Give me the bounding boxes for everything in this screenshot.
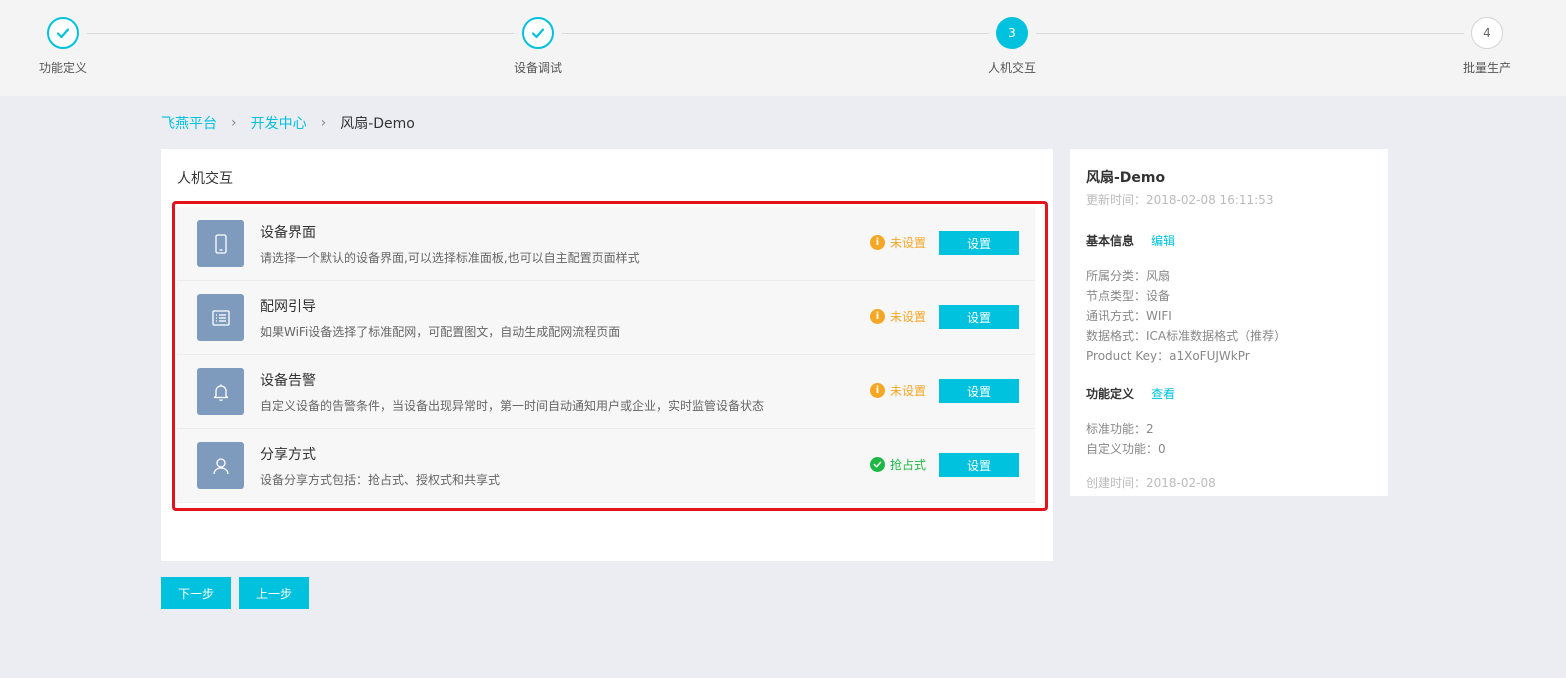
chevron-right-icon: › bbox=[320, 115, 327, 131]
settings-list: 设备界面 请选择一个默认的设备界面,可以选择标准面板,也可以自主配置页面样式 i… bbox=[177, 207, 1035, 503]
info-line: 节点类型：设备 bbox=[1086, 289, 1171, 303]
phone-icon bbox=[197, 220, 244, 267]
step-3[interactable]: 3 人机交互 bbox=[962, 17, 1062, 76]
breadcrumb: 飞燕平台 › 开发中心 › 风扇-Demo bbox=[161, 113, 415, 133]
step-label: 设备调试 bbox=[513, 61, 562, 75]
next-step-button[interactable]: 下一步 bbox=[161, 577, 231, 609]
setup-button[interactable]: 设置 bbox=[939, 453, 1019, 477]
edit-link[interactable]: 编辑 bbox=[1151, 234, 1175, 248]
list-item-network-guide: 配网引导 如果WiFi设备选择了标准配网，可配置图文，自动生成配网流程页面 i … bbox=[177, 281, 1035, 355]
list-icon bbox=[197, 294, 244, 341]
step-2[interactable]: 设备调试 bbox=[488, 17, 588, 76]
setup-button[interactable]: 设置 bbox=[939, 305, 1019, 329]
section-title: 基本信息 bbox=[1086, 234, 1135, 248]
status-text: 未设置 bbox=[889, 384, 926, 398]
list-item-share-mode: 分享方式 设备分享方式包括：抢占式、授权式和共享式 抢占式 设置 bbox=[177, 429, 1035, 503]
info-line: 标准功能：2 bbox=[1086, 422, 1154, 436]
list-item-device-alarm: 设备告警 自定义设备的告警条件，当设备出现异常时，第一时间自动通知用户或企业，实… bbox=[177, 355, 1035, 429]
status-badge: i 未设置 bbox=[869, 234, 926, 251]
step-number: 3 bbox=[996, 17, 1028, 49]
list-item-device-ui: 设备界面 请选择一个默认的设备界面,可以选择标准面板,也可以自主配置页面样式 i… bbox=[177, 207, 1035, 281]
item-desc: 请选择一个默认的设备界面,可以选择标准面板,也可以自主配置页面样式 bbox=[260, 251, 640, 265]
user-icon bbox=[197, 442, 244, 489]
item-desc: 设备分享方式包括：抢占式、授权式和共享式 bbox=[260, 473, 501, 487]
basic-info-list: 所属分类：风扇 节点类型：设备 通讯方式：WIFI 数据格式：ICA标准数据格式… bbox=[1086, 266, 1372, 366]
view-link[interactable]: 查看 bbox=[1151, 387, 1175, 401]
info-icon: i bbox=[869, 235, 885, 250]
status-text: 抢占式 bbox=[889, 458, 926, 472]
breadcrumb-link-platform[interactable]: 飞燕平台 bbox=[161, 113, 217, 133]
function-def-header: 功能定义 查看 bbox=[1086, 383, 1372, 402]
created-time: 创建时间：2018-02-08 bbox=[1086, 476, 1216, 490]
card-title: 人机交互 bbox=[177, 171, 233, 187]
setup-button[interactable]: 设置 bbox=[939, 379, 1019, 403]
item-desc: 自定义设备的告警条件，当设备出现异常时，第一时间自动通知用户或企业，实时监管设备… bbox=[260, 399, 765, 413]
info-icon: i bbox=[869, 309, 885, 324]
status-badge: i 未设置 bbox=[869, 382, 926, 399]
info-line: 自定义功能：0 bbox=[1086, 442, 1166, 456]
step-label: 人机交互 bbox=[987, 61, 1036, 75]
hmi-card: 人机交互 设备界面 请选择一个默认的设备界面,可以选择标准面板,也可以自主配置页… bbox=[161, 149, 1053, 561]
step-connector bbox=[562, 33, 989, 34]
section-title: 功能定义 bbox=[1086, 387, 1135, 401]
info-line: 数据格式：ICA标准数据格式（推荐） bbox=[1086, 329, 1287, 343]
info-line: 通讯方式：WIFI bbox=[1086, 309, 1172, 323]
breadcrumb-current: 风扇-Demo bbox=[340, 116, 415, 132]
updated-time: 更新时间：2018-02-08 16:11:53 bbox=[1086, 193, 1274, 207]
step-1[interactable]: 功能定义 bbox=[13, 17, 113, 76]
info-line: Product Key：a1XoFUJWkPr bbox=[1086, 349, 1250, 363]
bell-icon bbox=[197, 368, 244, 415]
step-connector bbox=[1036, 33, 1464, 34]
product-name: 风扇-Demo bbox=[1086, 170, 1166, 186]
info-icon: i bbox=[869, 383, 885, 398]
item-title: 分享方式 bbox=[260, 447, 316, 463]
setup-button[interactable]: 设置 bbox=[939, 231, 1019, 255]
breadcrumb-link-devcenter[interactable]: 开发中心 bbox=[251, 113, 307, 133]
prev-step-button[interactable]: 上一步 bbox=[239, 577, 309, 609]
check-circle-icon bbox=[869, 457, 885, 472]
item-title: 设备告警 bbox=[260, 373, 316, 389]
item-desc: 如果WiFi设备选择了标准配网，可配置图文，自动生成配网流程页面 bbox=[260, 325, 621, 339]
status-text: 未设置 bbox=[889, 310, 926, 324]
step-label: 功能定义 bbox=[38, 61, 87, 75]
check-icon bbox=[522, 17, 554, 49]
info-line: 所属分类：风扇 bbox=[1086, 269, 1171, 283]
item-title: 设备界面 bbox=[260, 225, 316, 241]
step-connector bbox=[87, 33, 514, 34]
product-summary-card: 风扇-Demo 更新时间：2018-02-08 16:11:53 基本信息 编辑… bbox=[1070, 149, 1388, 496]
step-4[interactable]: 4 批量生产 bbox=[1437, 17, 1537, 76]
basic-info-header: 基本信息 编辑 bbox=[1086, 230, 1372, 249]
function-info-list: 标准功能：2 自定义功能：0 bbox=[1086, 419, 1372, 459]
step-number: 4 bbox=[1471, 17, 1503, 49]
step-label: 批量生产 bbox=[1462, 61, 1511, 75]
status-badge: i 未设置 bbox=[869, 308, 926, 325]
check-icon bbox=[47, 17, 79, 49]
chevron-right-icon: › bbox=[231, 115, 237, 131]
status-text: 未设置 bbox=[889, 236, 926, 250]
status-badge: 抢占式 bbox=[869, 456, 926, 473]
progress-stepper: 功能定义 设备调试 3 人机交互 4 批量生产 bbox=[0, 0, 1566, 96]
item-title: 配网引导 bbox=[260, 299, 316, 315]
